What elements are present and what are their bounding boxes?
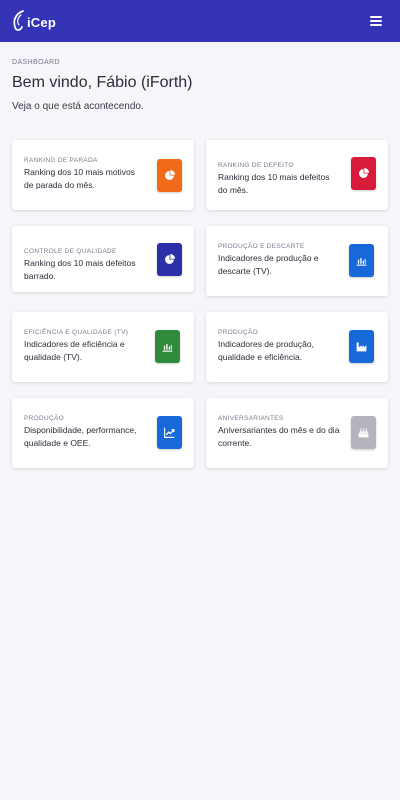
top-navbar: iCep (0, 0, 400, 42)
card-category: PRODUÇÃO E DESCARTE (218, 243, 305, 250)
hamburger-menu-button[interactable] (366, 12, 386, 30)
card-description: Disponibilidade, performance, qualidade … (24, 425, 137, 448)
pie-chart-icon (157, 243, 182, 276)
dashboard-card-controle-qualidade[interactable]: CONTROLE DE QUALIDADE Ranking dos 10 mai… (12, 226, 194, 292)
card-description: Ranking dos 10 mais defeitos do mês. (218, 172, 330, 195)
trending-chart-icon (157, 416, 182, 449)
dashboard-card-ranking-parada[interactable]: RANKING DE PARADA Ranking dos 10 mais mo… (12, 140, 194, 210)
dashboard-card-producao-descarte[interactable]: PRODUÇÃO E DESCARTE Indicadores de produ… (206, 226, 388, 296)
card-category: RANKING DE PARADA (24, 157, 98, 164)
logo-text: iCep (27, 14, 56, 30)
card-category: EFICIÊNCIA E QUALIDADE (TV) (24, 329, 129, 336)
card-category: PRODUÇÃO (24, 415, 64, 422)
dashboard-card-ranking-defeito[interactable]: RANKING DE DEFEITO Ranking dos 10 mais d… (206, 140, 388, 210)
card-description: Indicadores de produção e descarte (TV). (218, 253, 319, 276)
breadcrumb: DASHBOARD (12, 59, 60, 66)
app-logo[interactable]: iCep (12, 9, 56, 33)
card-description: Ranking dos 10 mais motivos de parada do… (24, 167, 136, 190)
page-subtitle: Veja o que está acontecendo. (12, 101, 144, 112)
card-description: Indicadores de produção, qualidade e efi… (218, 339, 314, 362)
pie-chart-icon (157, 159, 182, 192)
dashboard-card-producao[interactable]: PRODUÇÃO Indicadores de produção, qualid… (206, 312, 388, 382)
card-category: ANIVERSARIANTES (218, 415, 284, 422)
factory-icon (349, 330, 374, 363)
dashboard-card-aniversariantes[interactable]: ANIVERSARIANTES Aniversariantes do mês e… (206, 398, 388, 468)
card-description: Ranking dos 10 mais defeitos barrado. (24, 258, 136, 281)
cake-icon (351, 416, 376, 449)
card-description: Aniversariantes do mês e do dia corrente… (218, 425, 340, 448)
menu-line (370, 20, 382, 22)
dashboard-card-eficiencia-qualidade[interactable]: EFICIÊNCIA E QUALIDADE (TV) Indicadores … (12, 312, 194, 382)
logo-swirl-icon (13, 10, 24, 31)
card-category: RANKING DE DEFEITO (218, 162, 294, 169)
page-title: Bem vindo, Fábio (iForth) (12, 74, 193, 91)
dashboard-card-producao-oee[interactable]: PRODUÇÃO Disponibilidade, performance, q… (12, 398, 194, 468)
card-category: PRODUÇÃO (218, 329, 258, 336)
menu-line (370, 24, 382, 26)
bar-chart-icon (155, 330, 180, 363)
card-description: Indicadores de eficiência e qualidade (T… (24, 339, 125, 362)
menu-line (370, 16, 382, 18)
pie-chart-icon (351, 157, 376, 190)
card-category: CONTROLE DE QUALIDADE (24, 248, 117, 255)
bar-chart-icon (349, 244, 374, 277)
